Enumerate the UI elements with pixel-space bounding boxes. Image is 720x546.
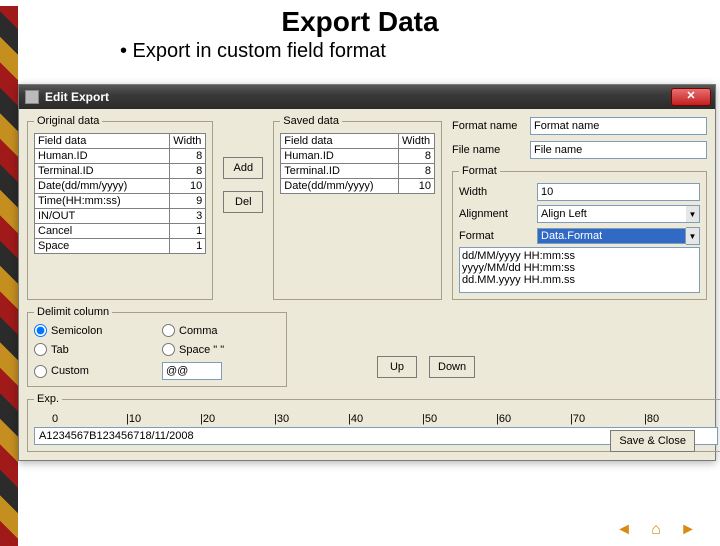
file-name-label: File name xyxy=(452,144,524,156)
alignment-select[interactable] xyxy=(537,205,686,223)
table-row: IN/OUT3 xyxy=(35,209,206,224)
exp-legend: Exp. xyxy=(34,393,62,405)
table-row: Human.ID8 xyxy=(281,149,435,164)
delimit-column-group: Delimit column Semicolon Comma Tab Space… xyxy=(27,306,287,387)
home-icon[interactable]: ⌂ xyxy=(644,520,668,540)
format-field-label: Format xyxy=(459,230,531,242)
chevron-down-icon[interactable]: ▼ xyxy=(686,227,700,245)
down-button[interactable]: Down xyxy=(429,356,475,378)
radio-semicolon[interactable]: Semicolon xyxy=(34,324,152,337)
list-item[interactable]: dd/MM/yyyy HH:mm:ss xyxy=(462,250,697,262)
table-row: Terminal.ID8 xyxy=(35,164,206,179)
table-row: Date(dd/mm/yyyy)10 xyxy=(281,179,435,194)
window-title: Edit Export xyxy=(45,90,109,104)
list-item[interactable]: dd.MM.yyyy HH.mm.ss xyxy=(462,274,697,286)
width-input[interactable] xyxy=(537,183,700,201)
add-button[interactable]: Add xyxy=(223,157,263,179)
close-icon[interactable]: ✕ xyxy=(671,88,711,106)
original-legend: Original data xyxy=(34,115,102,127)
format-legend: Format xyxy=(459,165,500,177)
edit-export-dialog: Edit Export ✕ Original data Field data W… xyxy=(18,84,716,461)
table-header: Field data Width xyxy=(35,134,206,149)
next-arrow-icon[interactable]: ► xyxy=(676,520,700,540)
table-row: Cancel1 xyxy=(35,224,206,239)
delimit-legend: Delimit column xyxy=(34,306,112,318)
up-button[interactable]: Up xyxy=(377,356,417,378)
exp-ruler: 0|10|20|30|40|50|60|70|80 xyxy=(34,411,718,425)
table-header: Field data Width xyxy=(281,134,435,149)
saved-table[interactable]: Field data Width Human.ID8 Terminal.ID8 … xyxy=(280,133,435,194)
table-row: Time(HH:mm:ss)9 xyxy=(35,194,206,209)
format-group: Format Width Alignment ▼ Format xyxy=(452,165,707,300)
saved-legend: Saved data xyxy=(280,115,342,127)
radio-comma[interactable]: Comma xyxy=(162,324,280,337)
app-icon xyxy=(25,90,39,104)
format-name-input[interactable] xyxy=(530,117,707,135)
original-data-group: Original data Field data Width Human.ID8… xyxy=(27,115,213,300)
saved-data-group: Saved data Field data Width Human.ID8 Te… xyxy=(273,115,442,300)
table-row: Space1 xyxy=(35,239,206,254)
list-item[interactable]: yyyy/MM/dd HH:mm:ss xyxy=(462,262,697,274)
format-name-label: Format name xyxy=(452,120,524,132)
table-row: Human.ID8 xyxy=(35,149,206,164)
file-name-input[interactable] xyxy=(530,141,707,159)
titlebar: Edit Export ✕ xyxy=(19,85,715,109)
radio-custom[interactable]: Custom xyxy=(34,365,152,378)
table-row: Date(dd/mm/yyyy)10 xyxy=(35,179,206,194)
radio-tab[interactable]: Tab xyxy=(34,343,152,356)
slide-title: Export Data xyxy=(0,6,720,38)
save-close-button[interactable]: Save & Close xyxy=(610,430,695,452)
radio-space[interactable]: Space " " xyxy=(162,343,280,356)
table-row: Terminal.ID8 xyxy=(281,164,435,179)
del-button[interactable]: Del xyxy=(223,191,263,213)
prev-arrow-icon[interactable]: ◄ xyxy=(612,520,636,540)
format-select[interactable]: Data.Format xyxy=(537,228,686,244)
chevron-down-icon[interactable]: ▼ xyxy=(686,205,700,223)
alignment-label: Alignment xyxy=(459,208,531,220)
width-label: Width xyxy=(459,186,531,198)
format-options-list[interactable]: dd/MM/yyyy HH:mm:ss yyyy/MM/dd HH:mm:ss … xyxy=(459,247,700,293)
slide-bullet: • Export in custom field format xyxy=(120,40,720,63)
custom-delimit-input[interactable] xyxy=(162,362,222,380)
original-table[interactable]: Field data Width Human.ID8 Terminal.ID8 … xyxy=(34,133,206,254)
